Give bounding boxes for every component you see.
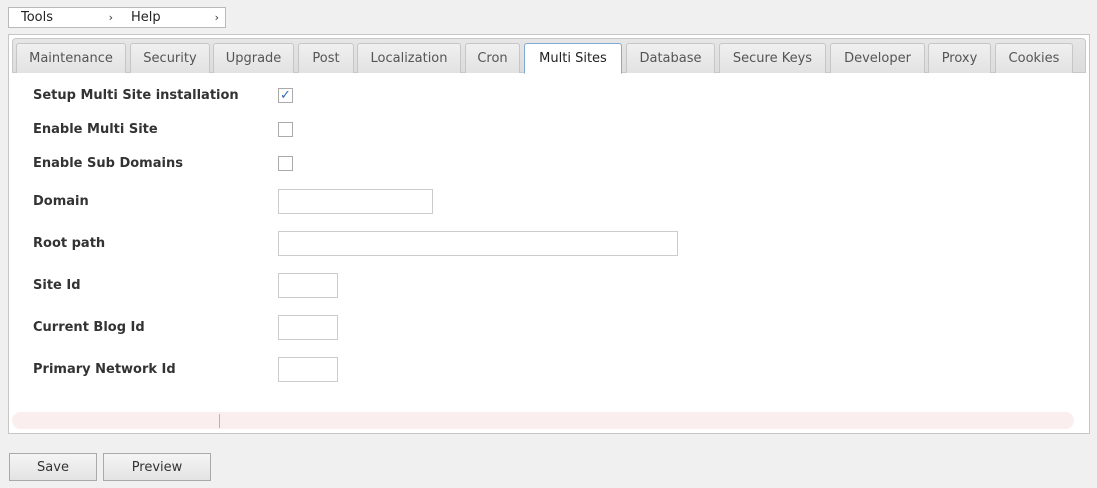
root-path-input[interactable] <box>278 231 678 256</box>
footer-divider <box>219 414 220 428</box>
tab-cron[interactable]: Cron <box>465 43 520 73</box>
tab-cookies[interactable]: Cookies <box>995 43 1073 73</box>
tab-database[interactable]: Database <box>626 43 715 73</box>
enable-subdomains-label: Enable Sub Domains <box>33 155 183 171</box>
row-setup-multisite: Setup Multi Site installation ✓ <box>33 85 293 105</box>
row-enable-subdomains: Enable Sub Domains <box>33 153 293 173</box>
tab-developer[interactable]: Developer <box>830 43 925 73</box>
menu-tools-label: Tools <box>21 10 54 25</box>
row-enable-multisite: Enable Multi Site <box>33 119 293 139</box>
chevron-right-icon: › <box>108 11 113 24</box>
domain-input[interactable] <box>278 189 433 214</box>
panel-footer-strip <box>12 412 1074 429</box>
tab-post[interactable]: Post <box>298 43 354 73</box>
row-root-path: Root path <box>33 231 678 256</box>
root-path-label: Root path <box>33 236 106 251</box>
site-id-label: Site Id <box>33 278 81 293</box>
menu-tools[interactable]: Tools › <box>9 8 119 27</box>
menu-help[interactable]: Help › <box>119 8 225 27</box>
tab-secure-keys[interactable]: Secure Keys <box>719 43 826 73</box>
settings-panel: Maintenance Security Upgrade Post Locali… <box>8 34 1090 434</box>
setup-multisite-checkbox[interactable]: ✓ <box>278 87 293 103</box>
row-domain: Domain <box>33 189 433 214</box>
tab-upgrade[interactable]: Upgrade <box>213 43 294 73</box>
current-blog-id-input[interactable] <box>278 315 338 340</box>
tab-proxy[interactable]: Proxy <box>928 43 991 73</box>
row-site-id: Site Id <box>33 273 338 298</box>
row-current-blog-id: Current Blog Id <box>33 315 338 340</box>
tab-security[interactable]: Security <box>130 43 210 73</box>
menu-help-label: Help <box>131 10 161 25</box>
tab-maintenance[interactable]: Maintenance <box>16 43 126 73</box>
row-primary-network-id: Primary Network Id <box>33 357 338 382</box>
checkmark-icon: ✓ <box>280 87 291 103</box>
menubar: Tools › Help › <box>8 7 226 28</box>
tab-bar: Maintenance Security Upgrade Post Locali… <box>12 38 1086 74</box>
site-id-input[interactable] <box>278 273 338 298</box>
current-blog-id-label: Current Blog Id <box>33 320 145 335</box>
save-button[interactable]: Save <box>9 453 97 481</box>
primary-network-id-input[interactable] <box>278 357 338 382</box>
tab-multi-sites[interactable]: Multi Sites <box>524 43 622 74</box>
enable-multisite-checkbox[interactable] <box>278 121 293 137</box>
chevron-right-icon: › <box>214 11 219 24</box>
primary-network-id-label: Primary Network Id <box>33 362 176 377</box>
preview-button[interactable]: Preview <box>103 453 211 481</box>
enable-multisite-label: Enable Multi Site <box>33 121 158 137</box>
domain-label: Domain <box>33 194 89 209</box>
setup-multisite-label: Setup Multi Site installation <box>33 87 239 103</box>
enable-subdomains-checkbox[interactable] <box>278 155 293 171</box>
tab-localization[interactable]: Localization <box>357 43 461 73</box>
